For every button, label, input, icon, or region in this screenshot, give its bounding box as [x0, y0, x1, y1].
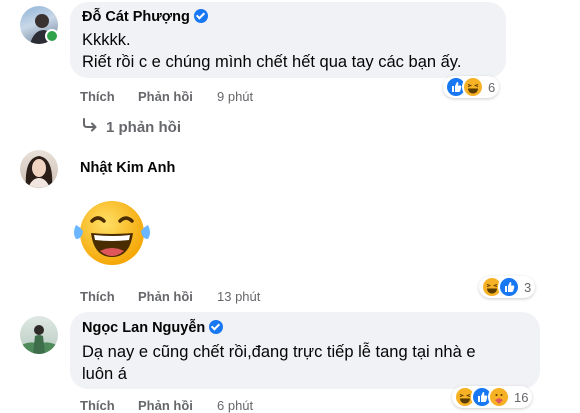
avatar-photo	[20, 325, 58, 354]
reaction-summary[interactable]: 16	[452, 386, 533, 408]
like-icon	[498, 276, 520, 298]
reply-button[interactable]: Phản hồi	[138, 89, 193, 104]
reaction-count: 3	[524, 279, 532, 295]
reaction-count: 6	[488, 79, 496, 95]
replies-count-label[interactable]: 1 phản hồi	[106, 119, 181, 136]
comment-text-line: Riết rồi c e chúng mình chết hết qua tay…	[82, 53, 462, 71]
verified-badge-icon	[209, 320, 224, 334]
reaction-summary[interactable]: 3	[479, 276, 536, 298]
comment-author[interactable]: Ngọc Lan Nguyễn	[82, 320, 224, 336]
comment-text-line: Dạ nay e cũng chết rồi,đang trực tiếp lễ…	[82, 343, 476, 361]
view-replies-link[interactable]: 1 phản hồi	[82, 116, 181, 138]
laughing-tears-sticker	[72, 195, 152, 271]
avatar-photo	[25, 156, 53, 188]
avatar[interactable]	[20, 150, 58, 188]
author-name[interactable]: Ngọc Lan Nguyễn	[82, 320, 205, 336]
like-button[interactable]: Thích	[80, 289, 115, 304]
comment-timestamp[interactable]: 9 phút	[217, 89, 253, 104]
comment-text-line: luôn á	[82, 365, 127, 383]
reply-button[interactable]: Phản hồi	[138, 289, 193, 304]
author-name[interactable]: Đỗ Cát Phượng	[82, 9, 190, 25]
avatar[interactable]	[20, 316, 58, 354]
comment-author[interactable]: Đỗ Cát Phượng	[82, 9, 208, 25]
comment-text-line: Kkkkk.	[82, 31, 131, 49]
comment-timestamp[interactable]: 13 phút	[217, 289, 260, 304]
care-icon	[488, 386, 510, 408]
author-name[interactable]: Nhật Kim Anh	[80, 160, 175, 176]
like-button[interactable]: Thích	[80, 89, 115, 104]
verified-badge-icon	[193, 9, 208, 23]
reaction-count: 16	[514, 389, 529, 405]
haha-icon	[462, 76, 484, 98]
online-status-dot	[45, 29, 59, 43]
comment-author[interactable]: Nhật Kim Anh	[80, 160, 175, 176]
reaction-summary[interactable]: 6	[443, 76, 500, 98]
reply-arrow-icon	[82, 117, 100, 137]
